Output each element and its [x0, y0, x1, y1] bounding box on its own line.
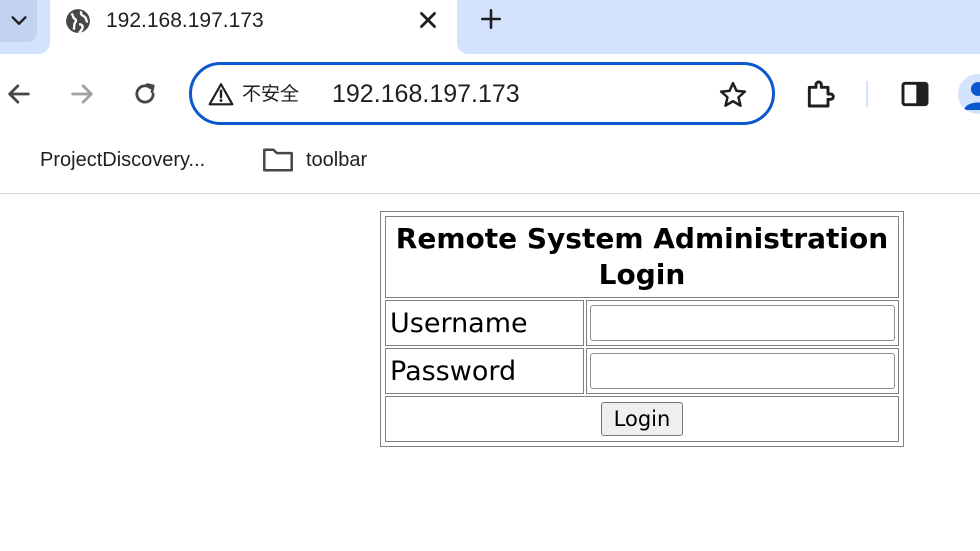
star-icon[interactable]	[718, 80, 748, 110]
warning-icon[interactable]	[208, 82, 234, 106]
bookmark-folder-toolbar[interactable]: toolbar	[306, 146, 367, 174]
submit-cell: Login	[385, 396, 899, 442]
extensions-puzzle-icon[interactable]	[804, 78, 836, 110]
username-label: Username	[385, 300, 584, 346]
close-icon[interactable]	[415, 7, 441, 33]
username-cell	[586, 300, 899, 346]
side-panel-icon[interactable]	[899, 78, 931, 110]
tab-search-button[interactable]	[0, 0, 37, 42]
security-label[interactable]: 不安全	[242, 82, 299, 106]
address-bar[interactable]: 不安全 192.168.197.173	[189, 62, 775, 125]
bookmark-projectdiscovery[interactable]: ProjectDiscovery...	[40, 146, 205, 174]
toolbar-separator	[866, 81, 868, 107]
login-title: Remote System Administration Login	[385, 216, 899, 298]
profile-avatar[interactable]	[958, 74, 980, 114]
tab-title: 192.168.197.173	[106, 9, 264, 32]
username-field[interactable]	[590, 305, 895, 341]
chevron-down-icon	[10, 16, 27, 25]
arrow-left-icon	[8, 84, 30, 104]
arrow-right-icon	[71, 84, 93, 104]
reload-button[interactable]	[129, 78, 161, 110]
password-field[interactable]	[590, 353, 895, 389]
url-text[interactable]: 192.168.197.173	[332, 79, 520, 109]
tab-strip: 192.168.197.173	[0, 0, 980, 54]
password-label: Password	[385, 348, 584, 394]
active-tab[interactable]: 192.168.197.173	[38, 0, 469, 54]
login-form-table: Remote System Administration Login Usern…	[380, 211, 904, 447]
globe-icon	[66, 9, 90, 34]
person-icon	[964, 82, 980, 110]
forward-button[interactable]	[66, 78, 98, 110]
folder-icon[interactable]	[262, 146, 294, 174]
login-button[interactable]: Login	[600, 402, 684, 436]
reload-icon	[135, 83, 155, 104]
back-button[interactable]	[3, 78, 35, 110]
new-tab-plus-icon[interactable]	[478, 6, 504, 32]
browser-toolbar: 不安全 192.168.197.173	[0, 54, 980, 134]
bookmarks-bar: ProjectDiscovery... toolbar	[0, 134, 980, 194]
password-cell	[586, 348, 899, 394]
